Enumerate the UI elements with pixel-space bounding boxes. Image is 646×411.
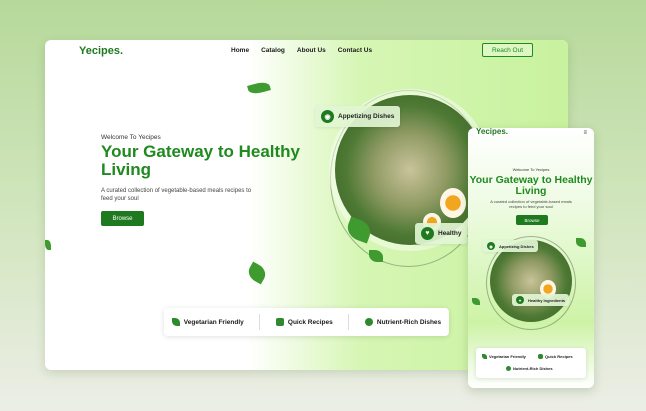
feature-nutrient: Nutrient-Rich Dishes [364, 318, 442, 326]
features-bar: Vegetarian Friendly Quick Recipes Nutrie… [164, 308, 449, 336]
logo[interactable]: Yecipes. [79, 45, 123, 57]
healthy-ingredients-badge: ♥ Healthy Ingredients [512, 294, 570, 306]
logo[interactable]: Yecipes. [476, 128, 508, 136]
badge-label: Healthy Ingredients [528, 297, 566, 303]
dish-icon: ◉ [321, 110, 334, 123]
cup-icon [538, 354, 543, 359]
welcome-text: Welcome To Yecipes [512, 167, 550, 172]
feature-label: Nutrient-Rich Dishes [376, 318, 442, 326]
divider [259, 314, 261, 330]
divider [348, 314, 350, 330]
appetizing-dishes-badge: ◉ Appetizing Dishes [315, 106, 401, 127]
badge-label: Appetizing Dishes [499, 243, 534, 249]
leaf-icon [171, 318, 180, 326]
cup-icon [275, 318, 284, 326]
features-bar: Vegetarian Friendly Quick Recipes Nutrie… [476, 348, 586, 378]
leaf-decoration [576, 238, 586, 247]
badge-label: Appetizing Dishes [338, 113, 395, 120]
feature-quick: Quick Recipes [538, 354, 573, 359]
browse-button[interactable]: Browse [101, 211, 144, 226]
leaf-icon [482, 354, 487, 359]
egg-image [440, 188, 466, 218]
feature-vegetarian: Vegetarian Friendly [482, 354, 526, 359]
feature-label: Vegetarian Friendly [489, 354, 526, 359]
vegetable-icon [364, 318, 373, 326]
nav-menu: Home Catalog About Us Contact Us [231, 47, 372, 54]
mobile-mockup: Yecipes. ≡ Welcome To Yecipes Your Gatew… [468, 128, 594, 388]
feature-label: Vegetarian Friendly [183, 318, 244, 326]
hero-headline: Your Gateway to Healthy Living [101, 142, 301, 179]
welcome-text: Welcome To Yecipes [101, 134, 161, 141]
heart-icon: ♥ [516, 296, 524, 304]
feature-label: Quick Recipes [545, 354, 573, 359]
hero-subtitle: A curated collection of vegetable-based … [101, 188, 252, 203]
badge-label: Healthy [438, 230, 462, 237]
leaf-decoration [472, 298, 480, 305]
nav-about-us[interactable]: About Us [297, 47, 326, 54]
hero-headline: Your Gateway to Healthy Living [469, 174, 593, 198]
feature-label: Quick Recipes [287, 318, 333, 326]
reach-out-button[interactable]: Reach Out [482, 43, 533, 57]
appetizing-dishes-badge: ◉ Appetizing Dishes [483, 240, 538, 252]
leaf-decoration [45, 240, 51, 250]
hamburger-icon[interactable]: ≡ [583, 130, 587, 136]
heart-icon: ♥ [421, 227, 434, 240]
leaf-decoration [369, 250, 383, 262]
browse-button[interactable]: Browse [516, 215, 548, 225]
nav-home[interactable]: Home [231, 47, 249, 54]
food-plate-image [490, 240, 572, 322]
feature-vegetarian: Vegetarian Friendly [171, 318, 244, 326]
feature-nutrient: Nutrient-Rich Dishes [506, 366, 553, 371]
healthy-badge: ♥ Healthy [415, 223, 468, 244]
vegetable-icon [506, 366, 511, 371]
hero-subtitle: A curated collection of vegetable-based … [490, 199, 572, 210]
feature-label: Nutrient-Rich Dishes [513, 366, 553, 371]
feature-quick: Quick Recipes [275, 318, 333, 326]
nav-catalog[interactable]: Catalog [261, 47, 285, 54]
dish-icon: ◉ [487, 242, 495, 250]
nav-contact-us[interactable]: Contact Us [338, 47, 372, 54]
